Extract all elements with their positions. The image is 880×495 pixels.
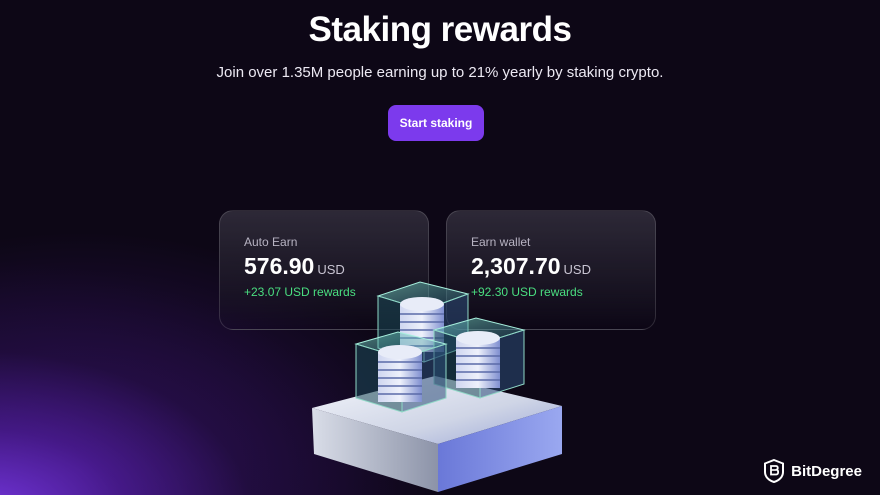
bitdegree-shield-logo-icon	[764, 459, 785, 483]
start-staking-button[interactable]: Start staking	[388, 105, 484, 141]
card-label: Earn wallet	[471, 235, 531, 249]
page-subtitle: Join over 1.35M people earning up to 21%…	[216, 64, 664, 81]
coin-cube-right	[432, 317, 526, 399]
card-label: Auto Earn	[244, 235, 298, 249]
card-value: 2,307.70	[471, 253, 561, 279]
brand-watermark: BitDegree	[763, 459, 862, 483]
card-value: 576.90	[244, 253, 315, 279]
card-unit: USD	[563, 262, 591, 277]
card-balance: 576.90 USD	[244, 253, 345, 280]
coin-stacks-on-platform-icon	[312, 281, 562, 492]
brand-name: BitDegree	[791, 462, 862, 480]
page-title: Staking rewards	[308, 10, 572, 49]
card-unit: USD	[317, 262, 345, 277]
card-balance: 2,307.70 USD	[471, 253, 591, 280]
coin-cube-left	[354, 331, 448, 413]
